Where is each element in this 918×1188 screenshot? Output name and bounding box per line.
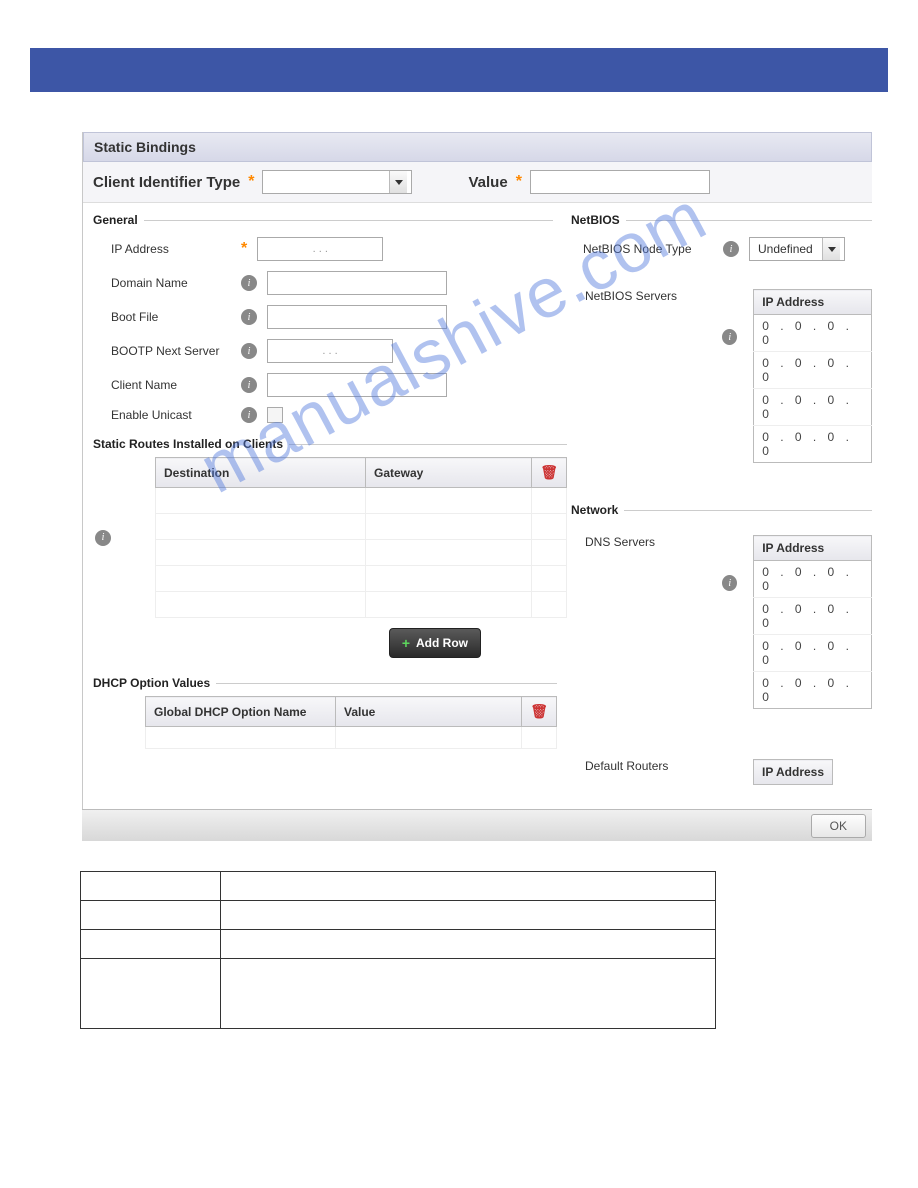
default-routers-table: IP Address: [753, 759, 833, 785]
info-icon[interactable]: i: [241, 275, 257, 291]
domain-name-input[interactable]: [267, 271, 447, 295]
table-row[interactable]: 0 . 0 . 0 . 0: [754, 635, 872, 672]
netbios-servers-table: IP Address 0 . 0 . 0 . 0 0 . 0 . 0 . 0 0…: [753, 289, 872, 463]
table-row[interactable]: 0 . 0 . 0 . 0: [754, 672, 872, 709]
client-id-type-label: Client Identifier Type: [93, 174, 240, 191]
table-row[interactable]: 0 . 0 . 0 . 0: [754, 561, 872, 598]
boot-file-label: Boot File: [111, 310, 241, 324]
ip-address-label: IP Address: [111, 242, 241, 256]
info-icon[interactable]: i: [241, 309, 257, 325]
routes-col-destination[interactable]: Destination: [156, 458, 366, 488]
table-row[interactable]: [156, 514, 567, 540]
ip-address-input[interactable]: . . .: [257, 237, 383, 261]
dhcp-col-name[interactable]: Global DHCP Option Name: [146, 697, 336, 727]
required-asterisk: *: [241, 240, 247, 258]
table-row: [81, 872, 716, 901]
info-icon[interactable]: i: [722, 329, 737, 345]
netbios-node-type-label: NetBIOS Node Type: [583, 242, 723, 256]
required-asterisk: *: [516, 173, 522, 191]
static-routes-legend: Static Routes Installed on Clients: [93, 437, 289, 451]
netbios-node-type-value: Undefined: [758, 242, 813, 256]
general-legend: General: [93, 213, 144, 227]
dhcp-col-value[interactable]: Value: [336, 697, 522, 727]
static-bindings-panel: manualshive.com Static Bindings Client I…: [82, 132, 872, 809]
add-row-label: Add Row: [416, 636, 468, 650]
info-icon[interactable]: i: [95, 530, 111, 546]
netbios-fieldset: NetBIOS NetBIOS Node Type i Undefined Ne…: [571, 213, 872, 463]
info-icon[interactable]: i: [241, 407, 257, 423]
info-icon[interactable]: i: [722, 575, 737, 591]
boot-file-input[interactable]: [267, 305, 447, 329]
table-row: [81, 930, 716, 959]
default-routers-label: Default Routers: [585, 759, 725, 773]
netbios-servers-label: NetBIOS Servers: [585, 289, 716, 303]
chevron-down-icon: [822, 238, 840, 260]
info-icon[interactable]: i: [723, 241, 739, 257]
dhcp-options-fieldset: DHCP Option Values Global DHCP Option Na…: [93, 676, 557, 749]
add-row-button[interactable]: + Add Row: [389, 628, 481, 658]
value-label: Value: [468, 174, 507, 191]
chevron-down-icon: [389, 171, 407, 193]
table-row[interactable]: 0 . 0 . 0 . 0: [754, 315, 872, 352]
enable-unicast-checkbox[interactable]: [267, 407, 283, 423]
routes-col-gateway[interactable]: Gateway: [366, 458, 532, 488]
static-routes-fieldset: Static Routes Installed on Clients i Des…: [93, 437, 567, 658]
network-fieldset: Network DNS Servers i IP Address 0 . 0 .…: [571, 503, 872, 785]
table-row[interactable]: [156, 566, 567, 592]
info-icon[interactable]: i: [241, 377, 257, 393]
general-fieldset: General IP Address * . . . Domain Name i…: [93, 213, 553, 423]
ip-address-header[interactable]: IP Address: [754, 760, 833, 785]
table-row[interactable]: [146, 727, 557, 749]
table-row[interactable]: 0 . 0 . 0 . 0: [754, 352, 872, 389]
bootp-next-server-input[interactable]: . . .: [267, 339, 393, 363]
trash-icon[interactable]: 🗑: [522, 697, 557, 727]
table-row[interactable]: [156, 540, 567, 566]
client-name-label: Client Name: [111, 378, 241, 392]
table-row[interactable]: 0 . 0 . 0 . 0: [754, 389, 872, 426]
dhcp-options-legend: DHCP Option Values: [93, 676, 216, 690]
dns-servers-label: DNS Servers: [585, 535, 716, 549]
netbios-legend: NetBIOS: [571, 213, 626, 227]
ip-address-header[interactable]: IP Address: [754, 536, 872, 561]
required-asterisk: *: [248, 173, 254, 191]
table-row: [81, 901, 716, 930]
client-name-input[interactable]: [267, 373, 447, 397]
plus-icon: +: [402, 635, 410, 651]
table-row[interactable]: [156, 592, 567, 618]
bootp-next-server-label: BOOTP Next Server: [111, 344, 241, 358]
ip-address-header[interactable]: IP Address: [754, 290, 872, 315]
value-input[interactable]: [530, 170, 710, 194]
top-blue-bar: [30, 48, 888, 92]
info-icon[interactable]: i: [241, 343, 257, 359]
header-row: Client Identifier Type * Value *: [83, 162, 872, 203]
dns-servers-table: IP Address 0 . 0 . 0 . 0 0 . 0 . 0 . 0 0…: [753, 535, 872, 709]
table-row: [81, 959, 716, 1029]
table-row[interactable]: [156, 488, 567, 514]
footer-bar: OK: [82, 809, 872, 841]
ok-button[interactable]: OK: [811, 814, 866, 838]
enable-unicast-label: Enable Unicast: [111, 408, 241, 422]
domain-name-label: Domain Name: [111, 276, 241, 290]
netbios-node-type-dropdown[interactable]: Undefined: [749, 237, 845, 261]
dhcp-options-table: Global DHCP Option Name Value 🗑: [145, 696, 557, 749]
panel-title: Static Bindings: [83, 132, 872, 162]
parameter-table: [80, 871, 716, 1029]
static-routes-table: Destination Gateway 🗑: [155, 457, 567, 618]
table-row[interactable]: 0 . 0 . 0 . 0: [754, 598, 872, 635]
client-id-type-dropdown[interactable]: [262, 170, 412, 194]
trash-icon[interactable]: 🗑: [532, 458, 567, 488]
table-row[interactable]: 0 . 0 . 0 . 0: [754, 426, 872, 463]
network-legend: Network: [571, 503, 624, 517]
